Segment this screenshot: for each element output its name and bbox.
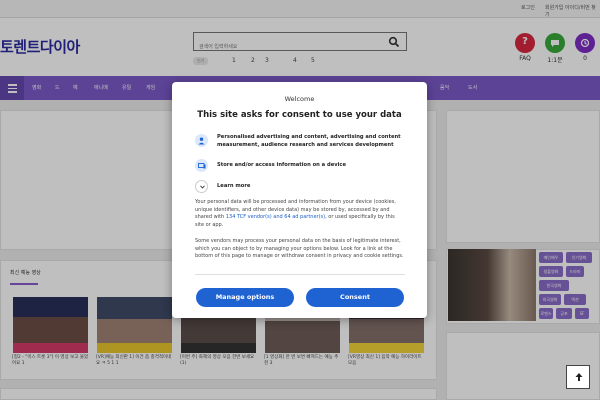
purpose-text: Store and/or access information on a dev… (217, 162, 346, 168)
chevron-down-icon (195, 180, 208, 193)
consent-body-2: Some vendors may process your personal d… (195, 238, 404, 259)
scroll-top-button[interactable] (566, 365, 590, 389)
manage-options-button[interactable]: Manage options (196, 288, 294, 307)
learn-more-label: Learn more (217, 183, 251, 189)
dialog-heading: This site asks for consent to use your d… (197, 110, 402, 120)
dialog-welcome: Welcome (284, 95, 315, 103)
dialog-divider (195, 274, 405, 275)
device-icon (195, 159, 208, 172)
arrow-up-icon (575, 373, 583, 381)
person-icon (195, 134, 208, 147)
consent-button[interactable]: Consent (306, 288, 404, 307)
consent-body-1: Your personal data will be processed and… (195, 199, 405, 229)
consent-dialog: Welcome This site asks for consent to us… (172, 82, 427, 318)
purpose-text: Personalised advertising and content, ad… (217, 134, 401, 148)
vendors-link[interactable]: 134 TCF vendor(s) and 64 ad partner(s) (226, 214, 325, 220)
